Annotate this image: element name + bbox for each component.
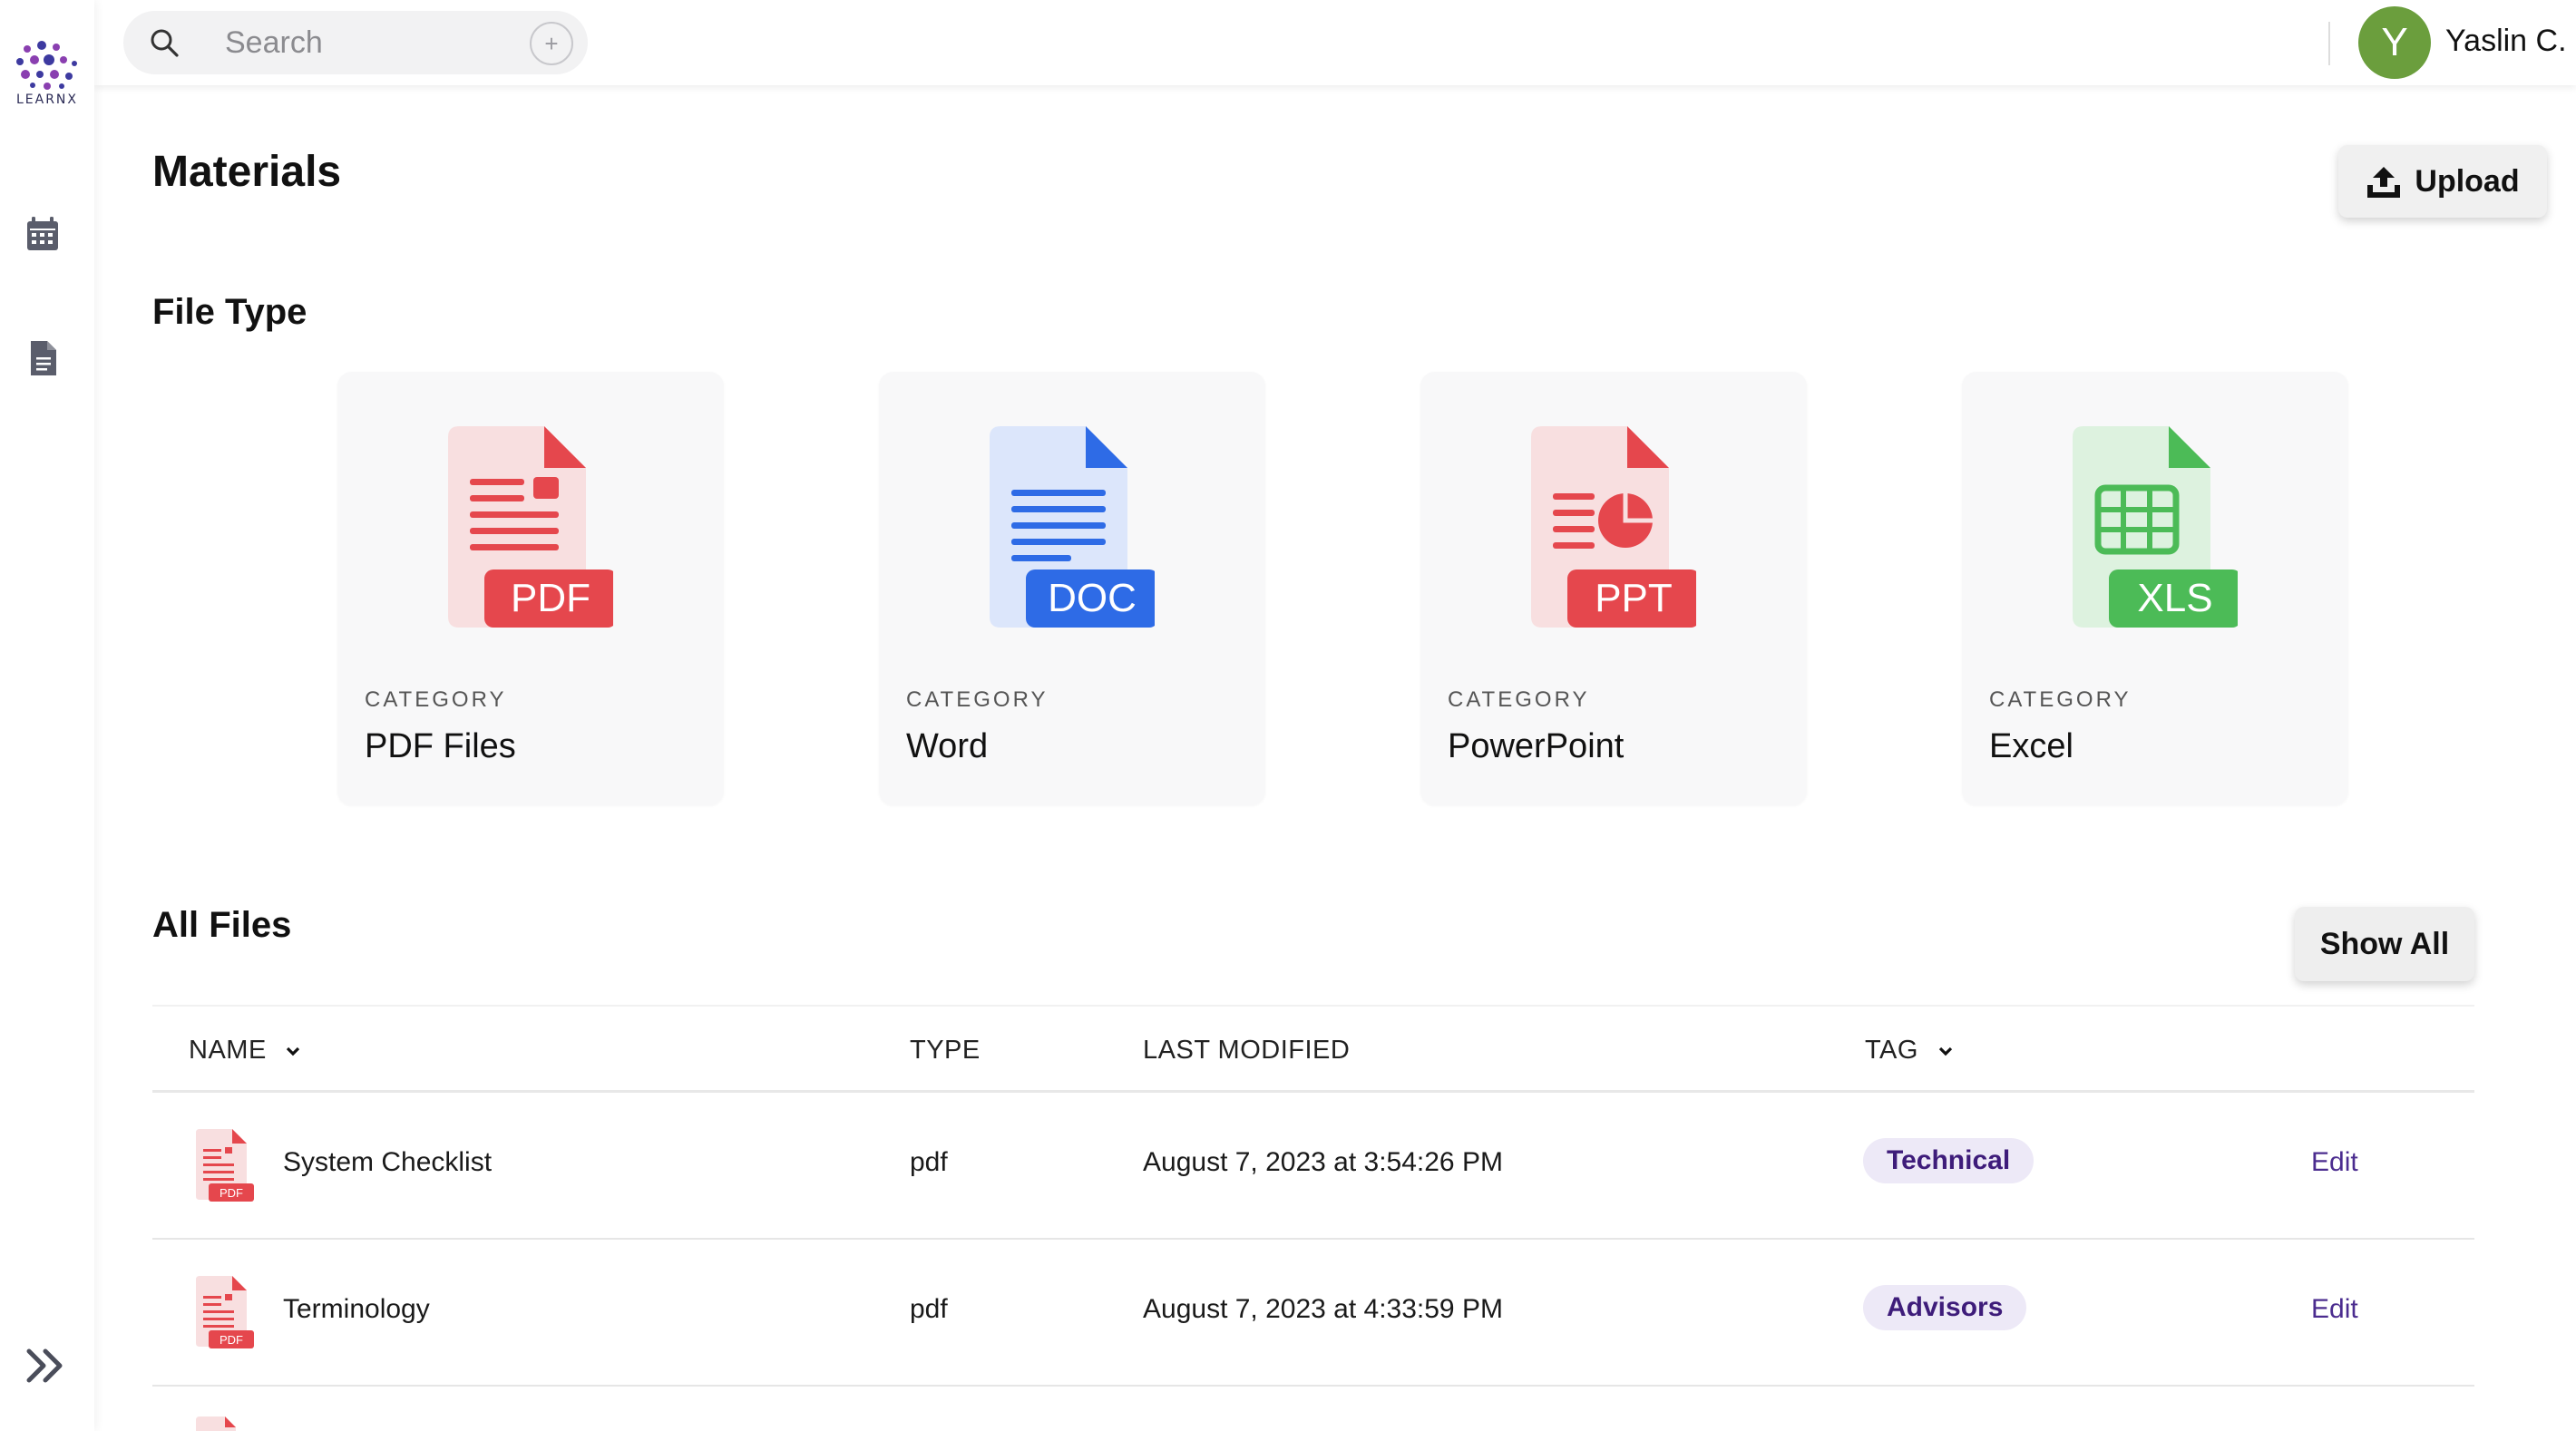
avatar[interactable]: Y [2358,6,2431,79]
sidebar: LEARNX [0,0,94,1431]
edit-link[interactable]: Edit [2311,1147,2358,1178]
table-row[interactable]: PDF System Checklist pdf August 7, 2023 … [152,1093,2474,1240]
tag-badge[interactable]: Advisors [1863,1285,2027,1330]
column-tag-label: TAG [1865,1036,1918,1065]
table-row[interactable]: PDF Terminology pdf August 7, 2023 at 4:… [152,1240,2474,1387]
ppt-file-icon: PPT [1515,426,1700,644]
category-name: Word [906,727,989,765]
category-card-excel[interactable]: XLS CATEGORY Excel [1962,372,2348,805]
category-name: PowerPoint [1448,727,1625,765]
xls-file-icon: XLS [2056,426,2241,644]
files-table: NAME TYPE LAST MODIFIED TAG PDF System C… [152,1005,2474,1387]
file-type-title: File Type [152,292,307,332]
svg-text:PDF: PDF [220,1186,243,1200]
category-label: CATEGORY [1448,687,1590,712]
file-name[interactable]: System Checklist [283,1147,492,1178]
pdf-file-icon: PDF [432,426,617,644]
ppt-badge: PPT [1595,576,1673,620]
column-name-header[interactable]: NAME [189,1036,301,1066]
column-modified-header: LAST MODIFIED [1143,1036,1351,1065]
search-icon [151,29,179,57]
show-all-button[interactable]: Show All [2295,907,2474,981]
page-title: Materials [152,148,342,196]
category-card-powerpoint[interactable]: PPT CATEGORY PowerPoint [1420,372,1807,805]
add-button[interactable]: + [530,22,573,65]
upload-label: Upload [2415,163,2520,199]
category-label: CATEGORY [1989,687,2132,712]
file-name[interactable]: Terminology [283,1294,430,1325]
table-header: NAME TYPE LAST MODIFIED TAG [152,1005,2474,1093]
calendar-icon[interactable] [22,214,63,256]
category-label: CATEGORY [365,687,507,712]
category-name: Excel [1989,727,2073,765]
search-input[interactable]: Search [225,25,323,61]
category-name: PDF Files [365,727,516,765]
column-name-label: NAME [189,1036,267,1065]
top-bar: Search + Y Yaslin C. [94,0,2576,85]
file-type: pdf [910,1147,948,1177]
file-modified: August 7, 2023 at 4:33:59 PM [1143,1294,1503,1324]
svg-text:PDF: PDF [220,1333,243,1347]
user-name[interactable]: Yaslin C. [2445,24,2567,59]
double-chevron-right-icon[interactable] [24,1346,69,1386]
column-type-header: TYPE [910,1036,981,1065]
category-card-word[interactable]: DOC CATEGORY Word [879,372,1265,805]
pdf-badge: PDF [511,576,590,620]
pdf-file-icon [192,1416,243,1431]
file-modified: August 7, 2023 at 3:54:26 PM [1143,1147,1503,1177]
logo-dots-icon [16,41,77,90]
upload-button[interactable]: Upload [2338,145,2547,218]
learnx-logo[interactable]: LEARNX [9,40,85,122]
pdf-file-icon: PDF [196,1129,254,1202]
header-divider [2328,22,2330,65]
column-tag-header[interactable]: TAG [1865,1036,1954,1066]
all-files-title: All Files [152,905,292,945]
tag-badge[interactable]: Technical [1863,1138,2034,1183]
category-label: CATEGORY [906,687,1049,712]
doc-file-icon: DOC [973,426,1158,644]
upload-icon [2367,167,2401,198]
doc-badge: DOC [1048,576,1137,620]
document-icon[interactable] [22,337,63,379]
logo-text: LEARNX [15,92,78,107]
search-bar[interactable]: Search + [123,11,588,74]
pdf-file-icon: PDF [196,1276,254,1348]
chevron-down-icon [287,1047,300,1056]
category-card-pdf[interactable]: PDF CATEGORY PDF Files [337,372,724,805]
chevron-down-icon [1938,1047,1952,1056]
file-type: pdf [910,1294,948,1324]
xls-badge: XLS [2137,576,2212,620]
edit-link[interactable]: Edit [2311,1294,2358,1325]
